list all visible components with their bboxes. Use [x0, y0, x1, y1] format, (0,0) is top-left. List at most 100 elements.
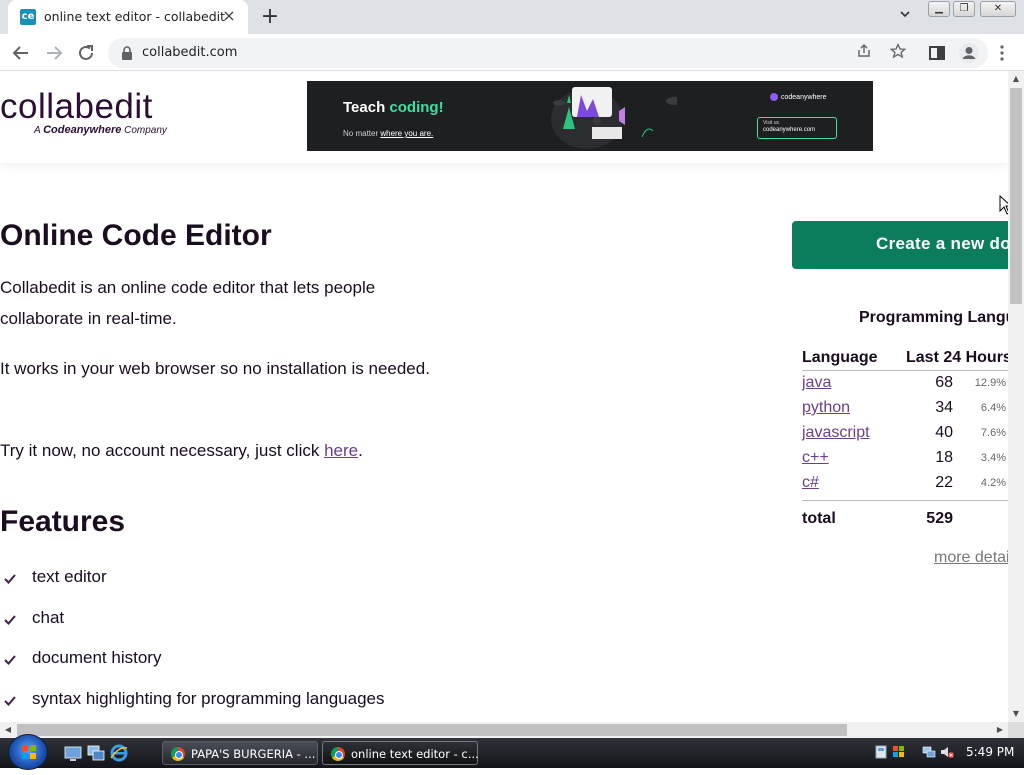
horizontal-scroll-thumb[interactable]	[17, 724, 847, 736]
mouse-cursor-icon	[999, 195, 1008, 215]
create-document-label: Create a new document	[876, 234, 1008, 253]
taskbar-item-papas-burgeria[interactable]: PAPA'S BURGERIA - ...	[162, 741, 318, 765]
url-text: collabedit.com	[142, 45, 238, 60]
collabedit-favicon-icon: ce	[20, 9, 36, 25]
forward-arrow-icon[interactable]	[42, 41, 66, 65]
table-row: python 34 6.4%	[802, 396, 1008, 421]
browser-toolbar: collabedit.com	[0, 34, 1024, 71]
ad-brand: codeanywhere	[770, 93, 827, 101]
minimize-window-icon[interactable]: ▁	[928, 1, 950, 17]
browser-paragraph: It works in your web browser so no insta…	[0, 359, 430, 378]
tab-strip: ce online text editor - collabedit × + ▁…	[0, 0, 1024, 34]
language-percent: 12.9%	[974, 377, 1006, 389]
address-bar[interactable]: collabedit.com	[108, 38, 988, 68]
chrome-icon	[171, 747, 185, 761]
language-percent: 7.6%	[980, 427, 1006, 439]
try-text: Try it now, no account necessary, just c…	[0, 441, 325, 460]
taskbar-clock[interactable]: 5:49 PM	[966, 745, 1014, 759]
taskbar-item-label: online text editor - c...	[351, 747, 479, 761]
browser-tab[interactable]: ce online text editor - collabedit ×	[8, 0, 248, 34]
tab-title: online text editor - collabedit	[44, 9, 226, 24]
try-suffix: .	[358, 441, 363, 460]
reload-icon[interactable]	[74, 41, 98, 65]
share-icon[interactable]	[854, 43, 874, 63]
ad-visit-url: codeanywhere.com	[763, 127, 816, 133]
features-heading: Features	[0, 505, 126, 538]
scrollbar-corner	[1008, 722, 1024, 738]
ad-illustration	[551, 87, 677, 149]
table-row: javascript 40 7.6%	[802, 421, 1008, 446]
volume-muted-icon[interactable]	[940, 745, 954, 759]
language-link[interactable]: python	[802, 399, 850, 417]
internet-explorer-icon[interactable]	[110, 744, 128, 762]
scroll-up-arrow-icon[interactable]: ▲	[1008, 71, 1024, 87]
total-label: total	[802, 510, 836, 527]
taskbar-item-online-text-editor[interactable]: online text editor - c...	[322, 741, 479, 765]
checkmark-icon	[4, 695, 16, 706]
more-details-link[interactable]: more details	[934, 549, 1008, 567]
here-link[interactable]: here	[324, 441, 358, 460]
page-viewport: collabedit A Codeanywhere Company Teach …	[0, 71, 1008, 722]
language-count: 40	[935, 424, 953, 441]
feature-label: text editor	[32, 567, 107, 586]
feature-item: syntax highlighting for programming lang…	[0, 687, 500, 723]
create-document-button[interactable]: Create a new document	[792, 221, 1008, 269]
switch-windows-icon[interactable]	[87, 744, 105, 762]
back-arrow-icon[interactable]	[9, 41, 33, 65]
ad-sub-prefix: No matter	[343, 129, 381, 138]
lock-icon[interactable]	[120, 45, 134, 61]
checkmark-icon	[4, 574, 16, 584]
page-title: Online Code Editor	[0, 219, 272, 252]
windows-taskbar: PAPA'S BURGERIA - ... online text editor…	[0, 734, 1024, 770]
feature-item: text editor	[0, 565, 500, 606]
intro-paragraph: Collabedit is an online code editor that…	[0, 278, 376, 328]
language-link[interactable]: c#	[802, 474, 819, 492]
network-icon[interactable]	[922, 745, 936, 759]
language-link[interactable]: java	[802, 374, 831, 392]
site-header: collabedit A Codeanywhere Company Teach …	[0, 71, 1008, 163]
scroll-down-arrow-icon[interactable]: ▼	[1008, 706, 1024, 722]
bookmark-star-icon[interactable]	[888, 42, 908, 63]
ad-visit-button[interactable]: Visit us codeanywhere.com	[757, 117, 837, 139]
system-tray: 5:49 PM	[868, 738, 1024, 768]
language-stats-table: Language Last 24 Hours java 68 12.9% pyt…	[802, 349, 1008, 530]
profile-avatar-icon[interactable]	[957, 41, 981, 65]
close-window-icon[interactable]: ✕	[980, 1, 1016, 17]
start-button-icon[interactable]	[8, 734, 48, 770]
total-count: 529	[926, 510, 953, 527]
tab-search-chevron-icon[interactable]	[896, 8, 914, 26]
logo-subtitle: A Codeanywhere Company	[34, 124, 167, 136]
chrome-icon	[331, 747, 345, 761]
horizontal-scrollbar[interactable]: ◀ ▶	[0, 722, 1008, 738]
menu-kebab-icon[interactable]	[990, 41, 1014, 65]
language-link[interactable]: javascript	[802, 424, 870, 442]
language-percent: 6.4%	[980, 402, 1006, 414]
language-percent: 3.4%	[980, 452, 1006, 464]
feature-label: syntax highlighting for programming lang…	[32, 688, 385, 708]
ad-banner[interactable]: Teach coding! No matter where you are. c…	[307, 81, 873, 151]
logo-sub-brand: Codeanywhere	[43, 124, 122, 136]
scroll-right-arrow-icon[interactable]: ▶	[992, 722, 1008, 738]
stats-title: Programming Languages	[859, 309, 1008, 326]
ad-subtitle: No matter where you are.	[343, 129, 433, 138]
collabedit-logo[interactable]: collabedit	[0, 89, 153, 125]
restore-window-icon[interactable]: ❐	[953, 1, 975, 17]
stats-total-row: total 529	[802, 500, 1008, 530]
language-count: 18	[935, 449, 953, 466]
language-count: 22	[935, 474, 953, 491]
ad-title: Teach coding!	[343, 99, 444, 116]
tray-app-icon[interactable]	[874, 745, 888, 759]
ad-title-main: Teach	[343, 99, 390, 116]
col-language: Language	[802, 349, 878, 366]
tray-windows-icon[interactable]	[892, 745, 906, 759]
col-last24: Last 24 Hours	[906, 349, 1008, 366]
vertical-scrollbar[interactable]: ▲ ▼	[1008, 71, 1024, 722]
ad-brand-text: codeanywhere	[781, 93, 827, 101]
vertical-scroll-thumb[interactable]	[1010, 88, 1022, 304]
language-link[interactable]: c++	[802, 449, 829, 467]
show-desktop-icon[interactable]	[64, 744, 82, 762]
new-tab-icon[interactable]: +	[258, 6, 282, 28]
side-panel-icon[interactable]	[925, 41, 949, 65]
close-tab-icon[interactable]: ×	[220, 7, 238, 25]
codeanywhere-logo-icon	[770, 93, 778, 101]
